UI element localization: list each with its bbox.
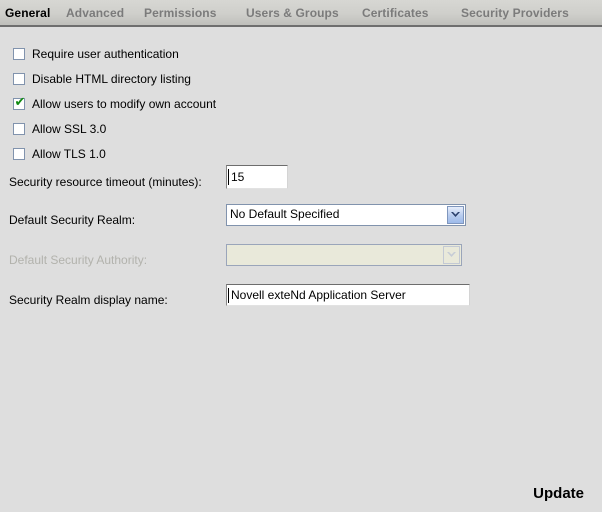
checkbox-allow-users-modify-own-account[interactable]: ✔ <box>13 95 26 110</box>
tab-bar: General Advanced Permissions Users & Gro… <box>0 0 602 27</box>
tab-certificates[interactable]: Certificates <box>362 6 429 20</box>
label-security-resource-timeout: Security resource timeout (minutes): <box>9 175 202 189</box>
security-realm-display-name-value: Novell exteNd Application Server <box>231 288 406 302</box>
label-default-security-realm: Default Security Realm: <box>9 213 136 227</box>
label-default-security-authority: Default Security Authority: <box>9 253 148 267</box>
checkbox-allow-ssl-3[interactable] <box>13 123 25 135</box>
checkbox-label-allow-tls-1: Allow TLS 1.0 <box>32 147 106 161</box>
checkbox-allow-tls-1[interactable] <box>13 148 25 160</box>
update-button[interactable]: Update <box>533 485 584 503</box>
checkbox-require-user-authentication[interactable] <box>13 48 25 60</box>
tab-general[interactable]: General <box>5 6 50 20</box>
security-resource-timeout-field-wrap[interactable]: 15 <box>226 165 288 189</box>
chevron-down-icon[interactable] <box>447 206 464 224</box>
security-realm-display-name-field-wrap[interactable]: Novell exteNd Application Server <box>226 284 470 306</box>
general-settings-panel: Require user authentication Disable HTML… <box>0 27 602 512</box>
checkbox-label-allow-ssl-3: Allow SSL 3.0 <box>32 122 107 136</box>
tab-users-and-groups[interactable]: Users & Groups <box>246 6 339 20</box>
default-security-realm-dropdown[interactable]: No Default Specified <box>226 204 466 226</box>
tab-advanced[interactable]: Advanced <box>66 6 124 20</box>
tab-permissions[interactable]: Permissions <box>144 6 216 20</box>
checkbox-disable-html-directory-listing[interactable] <box>13 73 25 85</box>
checkmark-icon: ✔ <box>14 95 26 110</box>
chevron-down-glyph-disabled <box>447 252 456 257</box>
default-security-realm-value: No Default Specified <box>230 207 340 221</box>
text-caret <box>228 288 229 303</box>
chevron-down-icon-disabled <box>443 246 460 264</box>
label-security-realm-display-name: Security Realm display name: <box>9 293 168 307</box>
checkbox-label-require-user-authentication: Require user authentication <box>32 47 179 61</box>
tab-security-providers[interactable]: Security Providers <box>461 6 569 20</box>
text-caret <box>228 169 229 185</box>
security-resource-timeout-value: 15 <box>231 170 245 184</box>
checkbox-label-allow-users-modify-own-account: Allow users to modify own account <box>32 97 217 111</box>
chevron-down-glyph <box>451 212 460 217</box>
default-security-authority-dropdown <box>226 244 462 266</box>
checkbox-label-disable-html-directory-listing: Disable HTML directory listing <box>32 72 191 86</box>
